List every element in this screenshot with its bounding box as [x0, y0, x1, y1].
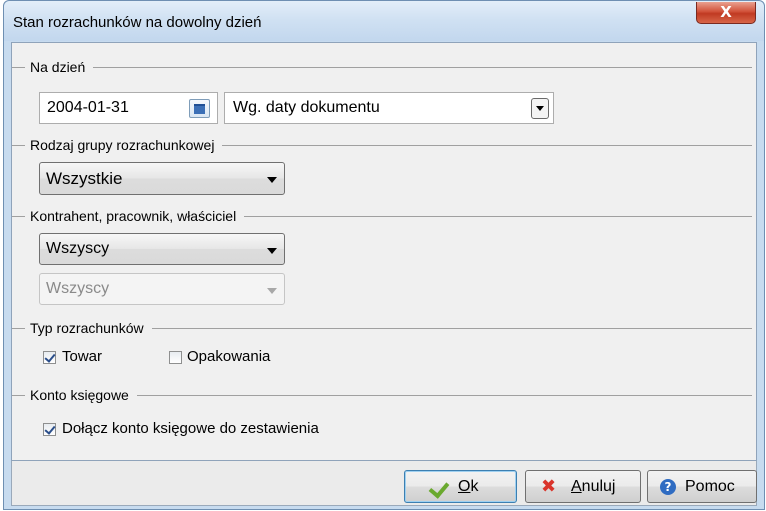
checkmark-icon: [428, 477, 450, 499]
group-label-typ-rozrachunkow: Typ rozrachunków: [25, 320, 152, 336]
cancel-button[interactable]: ✖ Anuluj: [525, 470, 641, 503]
date-value: 2004-01-31: [47, 99, 129, 116]
dolacz-konto-checkbox[interactable]: [43, 423, 56, 436]
ok-button[interactable]: Ok: [404, 470, 517, 503]
group-kontrahent: Kontrahent, pracownik, właściciel: [12, 208, 756, 224]
group-na-dzien: Na dzień: [12, 59, 756, 75]
towar-checkbox[interactable]: [43, 351, 56, 364]
chevron-down-icon: [267, 288, 277, 294]
anuluj-label: nuluj: [581, 478, 616, 495]
calendar-icon[interactable]: [189, 99, 210, 118]
chevron-down-icon[interactable]: [531, 98, 549, 119]
help-icon: ?: [660, 479, 676, 495]
group-rodzaj-grupy: Rodzaj grupy rozrachunkowej: [12, 137, 756, 153]
ok-label: k: [470, 478, 479, 495]
help-button[interactable]: ? Pomoc: [647, 470, 757, 503]
chevron-down-icon: [267, 248, 277, 254]
close-icon: X: [720, 3, 732, 21]
chevron-down-icon: [267, 177, 277, 183]
date-input[interactable]: 2004-01-31: [39, 92, 218, 124]
window-title: Stan rozrachunków na dowolny dzień: [13, 14, 262, 31]
rodzaj-grupy-value: Wszystkie: [46, 169, 123, 188]
kontrahent-select[interactable]: Wszyscy: [39, 233, 285, 265]
dialog-window: Stan rozrachunków na dowolny dzień X Na …: [3, 0, 765, 510]
group-label-na-dzien: Na dzień: [25, 59, 94, 75]
cancel-x-icon: ✖: [541, 476, 557, 497]
ok-mnemonic: O: [458, 478, 471, 495]
towar-label[interactable]: Towar: [62, 348, 102, 365]
rodzaj-grupy-select[interactable]: Wszystkie: [39, 162, 285, 195]
title-bar[interactable]: Stan rozrachunków na dowolny dzień X: [4, 1, 764, 41]
group-typ-rozrachunkow: Typ rozrachunków: [12, 320, 756, 336]
group-label-konto-ksiegowe: Konto księgowe: [25, 387, 137, 403]
anuluj-mnemonic: A: [571, 478, 582, 495]
dialog-body: Na dzień 2004-01-31 Wg. daty dokumentu R…: [11, 42, 757, 461]
button-bar: [11, 461, 757, 506]
kontrahent-detail-select: Wszyscy: [39, 273, 285, 305]
opakowania-checkbox[interactable]: [169, 351, 182, 364]
date-mode-value: Wg. daty dokumentu: [233, 99, 380, 116]
opakowania-label[interactable]: Opakowania: [187, 348, 270, 365]
date-mode-select[interactable]: Wg. daty dokumentu: [224, 92, 554, 124]
kontrahent-detail-value: Wszyscy: [46, 280, 110, 297]
group-konto-ksiegowe: Konto księgowe: [12, 387, 756, 403]
group-label-kontrahent: Kontrahent, pracownik, właściciel: [25, 208, 245, 224]
close-button[interactable]: X: [696, 2, 756, 24]
kontrahent-value: Wszyscy: [46, 240, 110, 257]
group-label-rodzaj-grupy: Rodzaj grupy rozrachunkowej: [25, 137, 223, 153]
help-label: Pomoc: [685, 478, 735, 495]
dolacz-konto-label[interactable]: Dołącz konto księgowe do zestawienia: [62, 420, 319, 437]
